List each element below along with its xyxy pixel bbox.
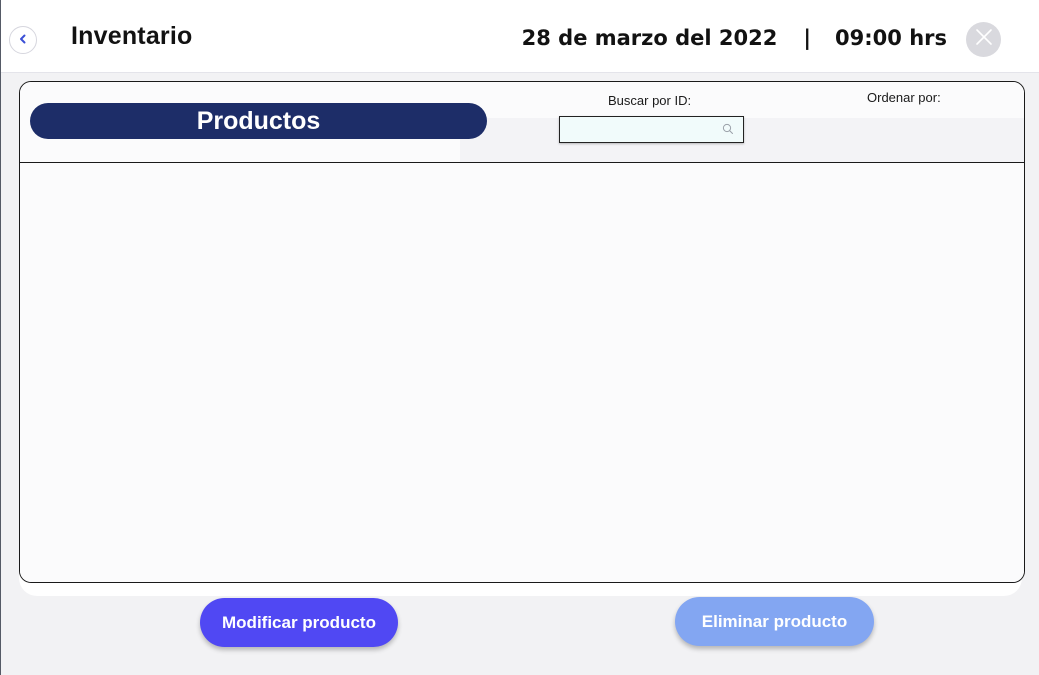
chevron-left-icon <box>18 31 28 49</box>
close-icon <box>974 27 994 52</box>
search-input[interactable] <box>560 117 726 141</box>
products-panel: Productos Buscar por ID: Ordenar por: <box>19 81 1025 583</box>
search-icon[interactable] <box>721 122 735 136</box>
sort-label: Ordenar por: <box>867 90 941 105</box>
close-button[interactable] <box>966 22 1001 57</box>
back-button[interactable] <box>9 26 37 54</box>
search-field[interactable] <box>559 116 744 143</box>
products-title: Productos <box>30 103 487 139</box>
window-left-edge <box>0 0 1 675</box>
search-label: Buscar por ID: <box>608 93 692 108</box>
page-title: Inventario <box>71 22 193 50</box>
product-list <box>20 164 1024 582</box>
panel-header: Productos Buscar por ID: Ordenar por: <box>20 82 1024 163</box>
top-bar: Inventario 28 de marzo del 2022 | 09:00 hr… <box>1 0 1039 73</box>
modify-product-button[interactable]: Modificar producto <box>200 598 398 647</box>
date-time: 28 de marzo del 2022 | 09:00 hrs <box>522 26 947 50</box>
date-time-separator: | <box>803 26 812 50</box>
delete-product-button[interactable]: Eliminar producto <box>675 597 874 646</box>
current-date: 28 de marzo del 2022 <box>521 26 778 50</box>
current-time: 09:00 hrs <box>835 26 947 50</box>
